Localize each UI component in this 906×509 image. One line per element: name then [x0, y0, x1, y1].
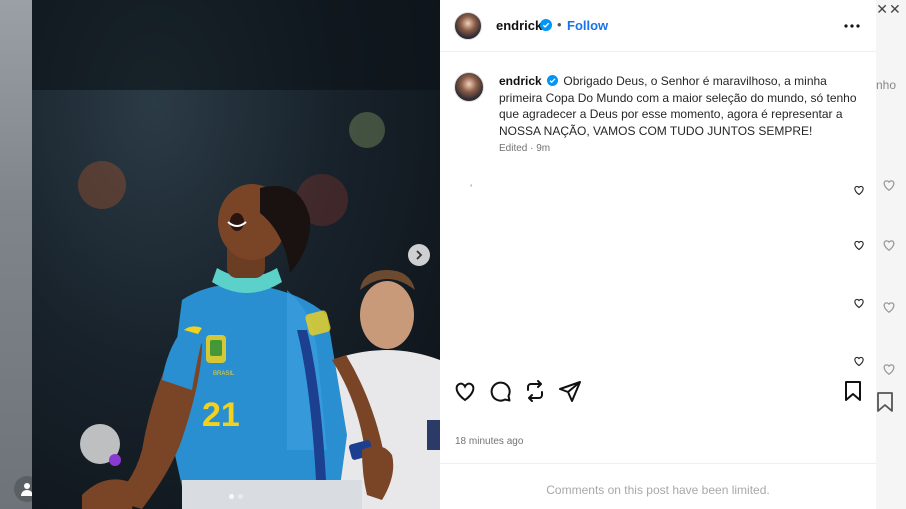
more-options-icon[interactable]	[843, 17, 861, 35]
caption-username[interactable]: endrick	[499, 74, 542, 88]
close-icon[interactable]: ✕✕	[874, 0, 904, 20]
bookmark-icon[interactable]	[841, 379, 865, 403]
heart-icon[interactable]	[853, 355, 865, 367]
next-photo-button[interactable]	[408, 244, 430, 266]
share-icon[interactable]	[558, 379, 582, 403]
caption-avatar[interactable]	[454, 72, 484, 102]
heart-icon	[883, 302, 895, 314]
author-avatar[interactable]	[454, 12, 482, 40]
comment-fragment: ʼ	[470, 184, 473, 195]
bookmark-icon	[877, 392, 893, 412]
heart-icon	[883, 180, 895, 192]
heart-icon	[883, 240, 895, 252]
backdrop-left	[0, 0, 32, 509]
chevron-right-icon	[416, 250, 423, 260]
backdrop-text-fragment: nho	[876, 78, 897, 92]
comments-footer: Comments on this post have been limited.	[440, 463, 876, 509]
heart-icon[interactable]	[853, 239, 865, 251]
post-panel: endrick • Follow endrick Obrigado Deus, …	[440, 0, 876, 509]
heart-icon[interactable]	[853, 297, 865, 309]
header-separator: •	[557, 17, 562, 32]
comments-limited-notice: Comments on this post have been limited.	[546, 483, 770, 497]
repost-icon[interactable]	[523, 379, 547, 403]
backdrop-right	[876, 0, 906, 509]
post-caption: endrick Obrigado Deus, o Senhor é maravi…	[499, 73, 869, 139]
screenshot: BRASIL 21 endrick • Follow endrick Obrig…	[0, 0, 906, 509]
verified-badge-icon	[540, 19, 552, 31]
comment-icon[interactable]	[488, 379, 512, 403]
post-timestamp[interactable]: 18 minutes ago	[455, 436, 523, 447]
player-illustration: BRASIL 21	[32, 0, 440, 509]
post-header: endrick • Follow	[440, 0, 876, 52]
heart-icon	[883, 364, 895, 376]
post-photo[interactable]: BRASIL 21	[32, 0, 440, 509]
heart-icon[interactable]	[853, 184, 865, 196]
verified-badge-icon	[547, 75, 559, 86]
edited-meta: Edited · 9m	[499, 143, 551, 154]
author-username[interactable]: endrick	[496, 18, 542, 33]
carousel-dot	[238, 494, 243, 499]
action-bar	[440, 373, 876, 413]
follow-button[interactable]: Follow	[567, 18, 608, 33]
heart-icon[interactable]	[453, 379, 477, 403]
carousel-dot-active	[229, 494, 234, 499]
jersey-badge-text: BRASIL	[213, 371, 235, 377]
jersey-number: 21	[202, 396, 240, 434]
